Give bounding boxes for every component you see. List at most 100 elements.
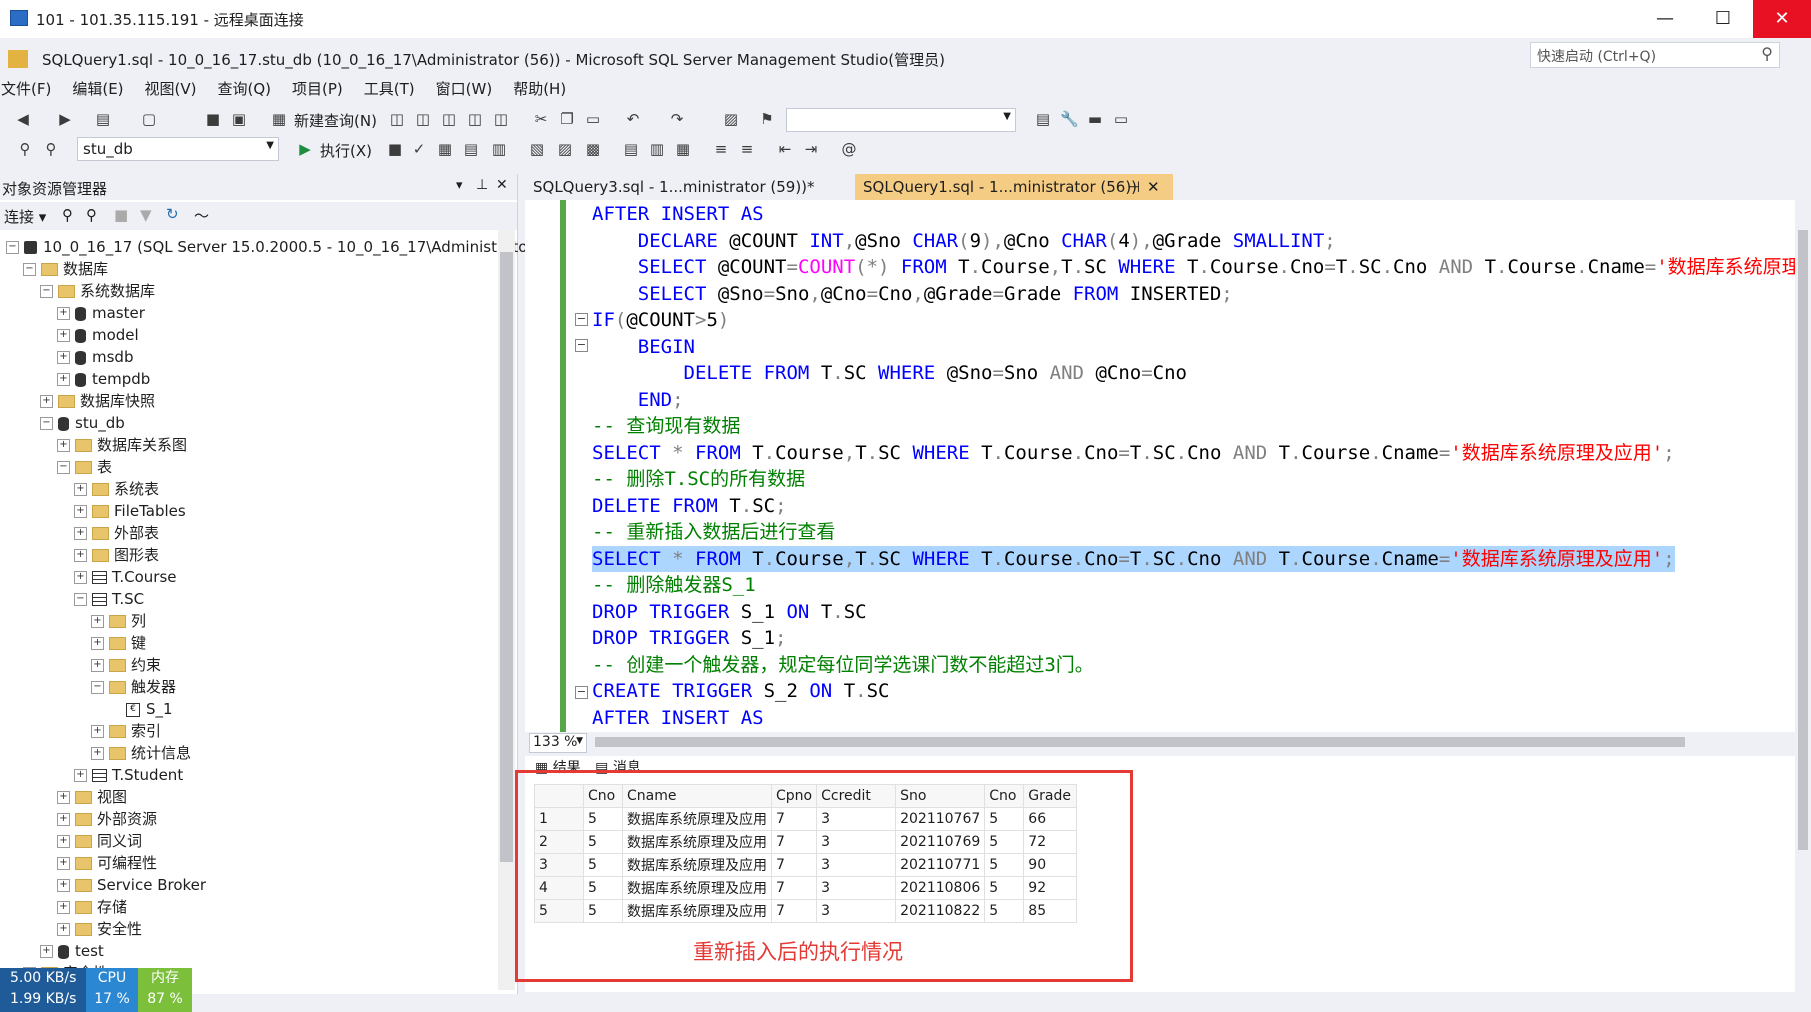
tree-node[interactable]: + 安全性: [57, 918, 142, 940]
code-line[interactable]: -- 创建一个触发器，规定每位同学选课门数不能超过3门。: [592, 652, 1094, 678]
tree-node[interactable]: + 数据库关系图: [57, 434, 187, 456]
code-line[interactable]: -- 删除触发器S_1: [592, 572, 756, 598]
tree-node[interactable]: + msdb: [57, 346, 133, 368]
tree-node[interactable]: − 数据库: [23, 258, 108, 280]
disconnect-icon[interactable]: ⚲: [86, 206, 97, 224]
expand-icon[interactable]: +: [57, 373, 70, 386]
code-line[interactable]: DROP TRIGGER S_1;: [592, 625, 787, 651]
find-combo[interactable]: ▼: [786, 108, 1016, 132]
expand-icon[interactable]: +: [91, 747, 104, 760]
forward-icon[interactable]: ▶: [56, 110, 74, 128]
menu-window[interactable]: 窗口(W): [435, 78, 505, 100]
expand-icon[interactable]: +: [57, 439, 70, 452]
code-line[interactable]: SELECT @Sno=Sno,@Cno=Cno,@Grade=Grade FR…: [592, 281, 1233, 307]
xmla-query-icon[interactable]: ◫: [440, 110, 458, 128]
code-line[interactable]: CREATE TRIGGER S_2 ON T.SC: [592, 678, 889, 704]
collapse-icon[interactable]: −: [23, 263, 36, 276]
collapse-icon[interactable]: −: [40, 417, 53, 430]
expand-icon[interactable]: +: [57, 329, 70, 342]
code-line[interactable]: END;: [592, 387, 684, 413]
collapse-icon[interactable]: −: [40, 285, 53, 298]
connect-icon[interactable]: ⚲: [62, 206, 73, 224]
open-file-icon[interactable]: ▢: [140, 110, 158, 128]
expand-icon[interactable]: +: [57, 307, 70, 320]
tab-sqlquery1[interactable]: SQLQuery1.sql - 1...ministrator (56)) ⊣ …: [855, 174, 1173, 200]
expand-icon[interactable]: +: [74, 505, 87, 518]
results-to-grid-icon[interactable]: ▦: [674, 140, 692, 158]
collapse-icon[interactable]: −: [57, 461, 70, 474]
dax-query-icon[interactable]: ◫: [466, 110, 484, 128]
query-designer-icon[interactable]: ▤: [462, 140, 480, 158]
rdp-minimize-button[interactable]: —: [1636, 0, 1694, 38]
uncomment-icon[interactable]: ≡: [738, 140, 756, 158]
tree-node[interactable]: + 数据库快照: [40, 390, 155, 412]
command-window-icon[interactable]: ▭: [1112, 110, 1130, 128]
cut-icon[interactable]: ✂: [532, 110, 550, 128]
tree-node[interactable]: € S_1: [108, 698, 173, 720]
tree-node[interactable]: − 表: [57, 456, 112, 478]
tree-node[interactable]: + master: [57, 302, 145, 324]
collapse-icon[interactable]: −: [6, 241, 19, 254]
code-line[interactable]: BEGIN: [592, 334, 695, 360]
expand-icon[interactable]: +: [74, 769, 87, 782]
tree-node[interactable]: + test: [40, 940, 104, 962]
menu-query[interactable]: 查询(Q): [217, 78, 284, 100]
code-line[interactable]: -- 重新插入数据后进行查看: [592, 519, 835, 545]
activity-icon[interactable]: 〜: [194, 205, 209, 226]
tree-node[interactable]: + T.Student: [74, 764, 183, 786]
query-options-icon[interactable]: ▥: [490, 140, 508, 158]
actual-plan-icon[interactable]: ▨: [556, 140, 574, 158]
expand-icon[interactable]: +: [74, 483, 87, 496]
code-line[interactable]: DROP TRIGGER S_1 ON T.SC: [592, 599, 867, 625]
stop-icon[interactable]: ■: [114, 206, 128, 224]
code-line[interactable]: -- 删除T.SC的所有数据: [592, 466, 805, 492]
expand-icon[interactable]: +: [91, 637, 104, 650]
parse-icon[interactable]: ✓: [410, 140, 428, 158]
copy-icon[interactable]: ❐: [558, 110, 576, 128]
redo-icon[interactable]: ↷: [668, 110, 686, 128]
collapse-icon[interactable]: −: [74, 593, 87, 606]
expand-icon[interactable]: +: [57, 901, 70, 914]
quick-launch-input[interactable]: 快速启动 (Ctrl+Q) ⚲: [1530, 42, 1780, 68]
mdx-query-icon[interactable]: ◫: [388, 110, 406, 128]
specify-values-icon[interactable]: @: [840, 140, 858, 158]
tree-node[interactable]: + FileTables: [74, 500, 186, 522]
pin-icon[interactable]: ⊣: [1127, 174, 1140, 200]
code-line[interactable]: DECLARE @COUNT INT,@Sno CHAR(9),@Cno CHA…: [592, 228, 1336, 254]
tree-node[interactable]: + 存储: [57, 896, 127, 918]
tree-node[interactable]: + 外部表: [74, 522, 159, 544]
increase-indent-icon[interactable]: ⇥: [802, 140, 820, 158]
expand-icon[interactable]: +: [57, 813, 70, 826]
new-query-button[interactable]: 新建查询(N): [294, 110, 377, 131]
results-to-text-icon[interactable]: ▥: [648, 140, 666, 158]
properties-icon[interactable]: 🔧: [1060, 110, 1079, 128]
collapse-icon[interactable]: −: [575, 313, 588, 326]
connect-dropdown[interactable]: 连接 ▾: [4, 206, 46, 227]
expand-icon[interactable]: +: [57, 879, 70, 892]
code-line[interactable]: AFTER INSERT AS: [592, 705, 764, 731]
tree-node[interactable]: + 外部资源: [57, 808, 157, 830]
database-selector[interactable]: stu_db ▼: [77, 137, 279, 161]
execute-button[interactable]: 执行(X): [320, 140, 372, 161]
tree-node[interactable]: + 索引: [91, 720, 161, 742]
pin-icon[interactable]: ⊥: [476, 177, 488, 193]
expand-icon[interactable]: +: [57, 791, 70, 804]
intellisense-icon[interactable]: ▧: [528, 140, 546, 158]
tree-node[interactable]: + 键: [91, 632, 146, 654]
activity-monitor-icon[interactable]: ▨: [722, 110, 740, 128]
tree-node[interactable]: − stu_db: [40, 412, 125, 434]
tree-node[interactable]: + 约束: [91, 654, 161, 676]
collapse-icon[interactable]: −: [91, 681, 104, 694]
rdp-close-button[interactable]: ✕: [1753, 0, 1811, 38]
expand-icon[interactable]: +: [40, 395, 53, 408]
tree-node[interactable]: − 触发器: [91, 676, 176, 698]
collapse-icon[interactable]: −: [575, 339, 588, 352]
expand-icon[interactable]: +: [57, 835, 70, 848]
paste-icon[interactable]: ▭: [584, 110, 602, 128]
tree-node[interactable]: + model: [57, 324, 139, 346]
code-line[interactable]: DELETE FROM T.SC WHERE @Sno=Sno AND @Cno…: [592, 360, 1187, 386]
undo-icon[interactable]: ↶: [624, 110, 642, 128]
tree-node[interactable]: − T.SC: [74, 588, 144, 610]
analysis-query-icon[interactable]: ◫: [492, 110, 510, 128]
filter-icon[interactable]: ▼: [140, 206, 152, 224]
